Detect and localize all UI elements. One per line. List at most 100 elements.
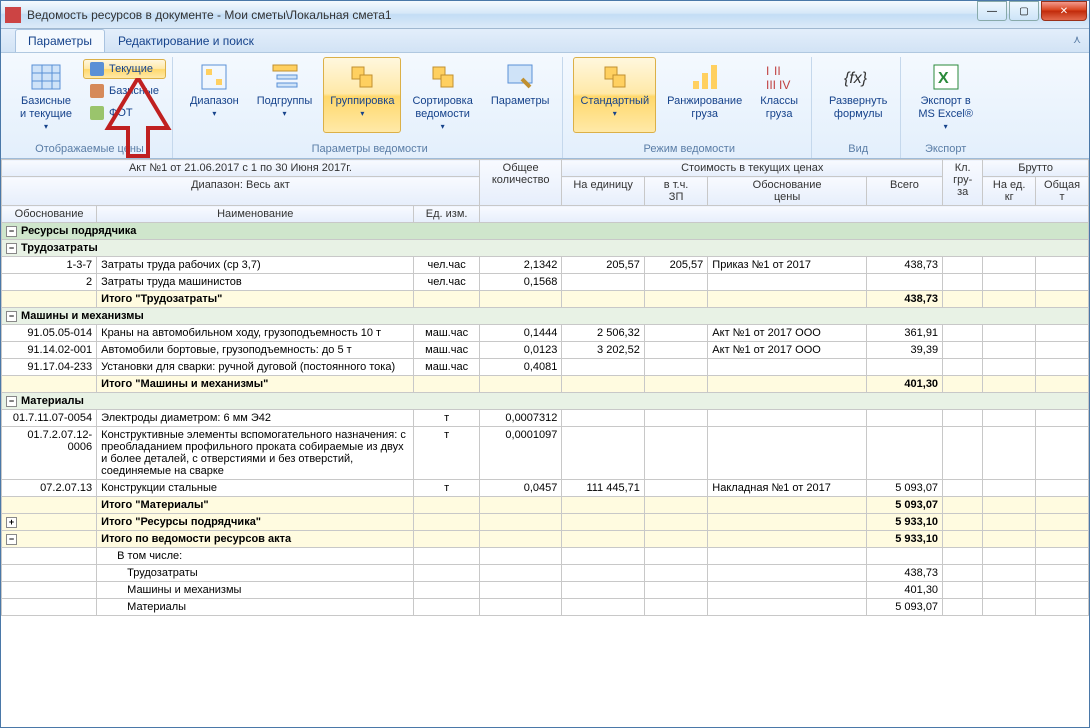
grouping-button[interactable]: Группировка▾: [323, 57, 401, 133]
col-zp[interactable]: в т.ч.ЗП: [644, 177, 707, 206]
range-icon: [198, 61, 230, 93]
titlebar: Ведомость ресурсов в документе - Мои сме…: [1, 1, 1089, 29]
square-icon: [90, 106, 104, 120]
section-contractor[interactable]: −Ресурсы подрядчика: [2, 223, 1089, 240]
including-row: Машины и механизмы401,30: [2, 582, 1089, 599]
collapse-ribbon-icon[interactable]: ⋏: [1073, 33, 1081, 46]
params-button[interactable]: Параметры: [484, 57, 557, 133]
section-machines[interactable]: −Машины и механизмы: [2, 308, 1089, 325]
window-controls: — ▢ ✕: [977, 1, 1089, 21]
col-prices-group: Стоимость в текущих ценах: [562, 160, 943, 177]
chevron-down-icon: ▾: [441, 122, 445, 131]
table-row[interactable]: 91.05.05-014Краны на автомобильном ходу,…: [2, 325, 1089, 342]
square-icon: [90, 62, 104, 76]
tab-edit[interactable]: Редактирование и поиск: [105, 29, 267, 52]
svg-text:II: II: [774, 64, 781, 78]
table-row[interactable]: 2Затраты труда машинистовчел.час0,1568: [2, 274, 1089, 291]
svg-text:X: X: [938, 70, 949, 87]
classes-icon: IIIIIIIV: [763, 61, 795, 93]
minimize-button[interactable]: —: [977, 1, 1007, 21]
table-row[interactable]: 01.7.11.07-0054Электроды диаметром: 6 мм…: [2, 410, 1089, 427]
svg-text:{fx}: {fx}: [844, 70, 868, 87]
col-basis[interactable]: Обоснованиецены: [708, 177, 867, 206]
excel-icon: X: [930, 61, 962, 93]
square-icon: [90, 84, 104, 98]
col-bed[interactable]: На ед.кг: [983, 177, 1036, 206]
subtotal-machines: Итого "Машины и механизмы"401,30: [2, 376, 1089, 393]
chevron-down-icon: ▾: [944, 122, 948, 131]
close-button[interactable]: ✕: [1041, 1, 1087, 21]
act-info: Акт №1 от 21.06.2017 с 1 по 30 Июня 2017…: [2, 160, 480, 177]
svg-text:I: I: [766, 64, 769, 78]
window-title: Ведомость ресурсов в документе - Мои сме…: [27, 8, 392, 22]
table-row[interactable]: 91.17.04-233Установки для сварки: ручной…: [2, 359, 1089, 376]
col-btot[interactable]: Общаят: [1036, 177, 1089, 206]
chevron-down-icon: ▾: [283, 109, 287, 118]
collapse-icon[interactable]: −: [6, 396, 17, 407]
col-name[interactable]: Наименование: [97, 206, 414, 223]
svg-text:III: III: [766, 78, 776, 92]
group-export: XЭкспорт вMS Excel®▾ Экспорт: [905, 57, 986, 158]
range-info: Диапазон: Весь акт: [2, 177, 480, 206]
collapse-icon[interactable]: −: [6, 226, 17, 237]
resource-table: Акт №1 от 21.06.2017 с 1 по 30 Июня 2017…: [1, 159, 1089, 616]
export-excel-button[interactable]: XЭкспорт вMS Excel®▾: [911, 57, 980, 133]
expand-formulas-button[interactable]: {fx}Развернутьформулы: [822, 57, 894, 133]
group-display-prices: Базисныеи текущие ▾ Текущие Базисные ФОТ…: [7, 57, 173, 158]
expand-icon[interactable]: +: [6, 517, 17, 528]
table-header: Акт №1 от 21.06.2017 с 1 по 30 Июня 2017…: [2, 160, 1089, 223]
table-row[interactable]: 07.2.07.13Конструкции стальныет0,0457111…: [2, 480, 1089, 497]
subtotal-contractor: +Итого "Ресурсы подрядчика"5 933,10: [2, 514, 1089, 531]
ranking-button[interactable]: Ранжированиегруза: [660, 57, 749, 133]
app-window: Ведомость ресурсов в документе - Мои сме…: [0, 0, 1090, 728]
ranking-icon: [689, 61, 721, 93]
col-code[interactable]: Обоснование: [2, 206, 97, 223]
subgroups-icon: [269, 61, 301, 93]
col-total[interactable]: Всего: [866, 177, 942, 206]
opt-fot[interactable]: ФОТ: [83, 103, 166, 123]
chevron-down-icon: ▾: [44, 122, 48, 131]
table-row[interactable]: 91.14.02-001Автомобили бортовые, грузопо…: [2, 342, 1089, 359]
opt-base[interactable]: Базисные: [83, 81, 166, 101]
grouping-icon: [346, 61, 378, 93]
standard-button[interactable]: Стандартный▾: [573, 57, 656, 133]
including-row: Материалы5 093,07: [2, 599, 1089, 616]
opt-current[interactable]: Текущие: [83, 59, 166, 79]
grid-area[interactable]: Акт №1 от 21.06.2017 с 1 по 30 Июня 2017…: [1, 159, 1089, 727]
sorting-icon: [427, 61, 459, 93]
ribbon-tabs: Параметры Редактирование и поиск ⋏: [1, 29, 1089, 53]
section-labor[interactable]: −Трудозатраты: [2, 240, 1089, 257]
svg-text:IV: IV: [779, 78, 790, 92]
collapse-icon[interactable]: −: [6, 243, 17, 254]
col-unit[interactable]: Ед. изм.: [414, 206, 480, 223]
fx-icon: {fx}: [842, 61, 874, 93]
collapse-icon[interactable]: −: [6, 534, 17, 545]
standard-icon: [599, 61, 631, 93]
including-row: Трудозатраты438,73: [2, 565, 1089, 582]
classes-button[interactable]: IIIIIIIVКлассыгруза: [753, 57, 805, 133]
range-button[interactable]: Диапазон▾: [183, 57, 246, 133]
col-qty[interactable]: Общееколичество: [479, 160, 561, 206]
chevron-down-icon: ▾: [613, 109, 617, 118]
col-kl[interactable]: Кл.гру-за: [943, 160, 983, 206]
section-materials[interactable]: −Материалы: [2, 393, 1089, 410]
tab-params[interactable]: Параметры: [15, 29, 105, 52]
table-row[interactable]: 1-3-7Затраты труда рабочих (ср 3,7)чел.ч…: [2, 257, 1089, 274]
subtotal-materials: Итого "Материалы"5 093,07: [2, 497, 1089, 514]
ribbon: Базисныеи текущие ▾ Текущие Базисные ФОТ…: [1, 53, 1089, 159]
app-icon: [5, 7, 21, 23]
subtotal-labor: Итого "Трудозатраты"438,73: [2, 291, 1089, 308]
table-row[interactable]: 01.7.2.07.12-0006Конструктивные элементы…: [2, 427, 1089, 480]
sorting-button[interactable]: Сортировкаведомости▾: [405, 57, 479, 133]
col-brutto: Брутто: [983, 160, 1089, 177]
group-sheet-mode: Стандартный▾ Ранжированиегруза IIIIIIIVК…: [567, 57, 812, 158]
group-sheet-params: Диапазон▾ Подгруппы▾ Группировка▾ Сортир…: [177, 57, 563, 158]
collapse-icon[interactable]: −: [6, 311, 17, 322]
grid-icon: [30, 61, 62, 93]
maximize-button[interactable]: ▢: [1009, 1, 1039, 21]
base-current-button[interactable]: Базисныеи текущие ▾: [13, 57, 79, 133]
group-view: {fx}Развернутьформулы Вид: [816, 57, 901, 158]
col-unit-price[interactable]: На единицу: [562, 177, 644, 206]
chevron-down-icon: ▾: [212, 109, 216, 118]
subgroups-button[interactable]: Подгруппы▾: [250, 57, 320, 133]
